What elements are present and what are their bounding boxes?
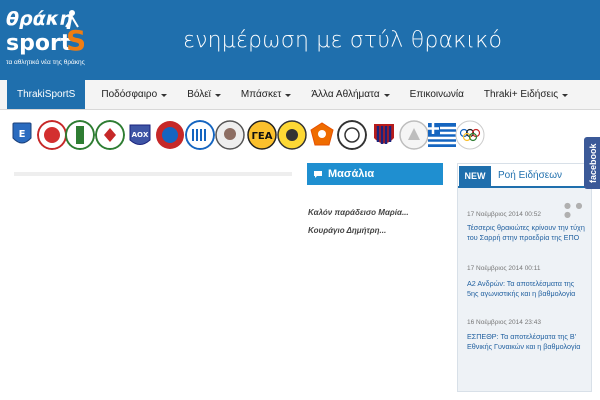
site-header: θράκη sport S τα αθλητικά νέα της θράκης… — [0, 0, 600, 80]
club-badge-13[interactable] — [369, 120, 399, 150]
new-label: NEW — [459, 166, 491, 186]
caret-down-icon — [161, 94, 168, 97]
svg-text:S: S — [66, 24, 84, 55]
thrakisports-logo-icon: θράκη sport S — [6, 8, 84, 55]
news-timestamp: 17 Νοέμβριος 2014 00:11 — [467, 265, 541, 272]
nav-item-label: Μπάσκετ — [240, 89, 282, 100]
site-tagline: ενημέρωση με στύλ θρακικό — [183, 28, 503, 53]
club-badges-row: E ΑΟΧ ΓΕΑ — [7, 120, 487, 152]
news-feed-title: Ροή Ειδήσεων — [498, 170, 563, 181]
nav-item-label: Επικοινωνία — [409, 89, 464, 100]
club-badge-4[interactable] — [95, 120, 125, 150]
club-badge-8[interactable] — [215, 120, 245, 150]
nav-item-football[interactable]: Ποδόσφαιρο — [91, 80, 177, 109]
svg-text:E: E — [19, 129, 26, 140]
club-badge-gea[interactable]: ΓΕΑ — [247, 120, 277, 150]
club-badge-5[interactable]: ΑΟΧ — [125, 120, 155, 150]
nav-item-other-sports[interactable]: Άλλα Αθλήματα — [301, 80, 399, 109]
news-link[interactable]: ΕΣΠΕΘΡ: Τα αποτελέσματα της Β' Εθνικής Γ… — [467, 332, 587, 352]
club-badge-11[interactable] — [307, 120, 337, 150]
facebook-tab[interactable]: facebook — [584, 137, 600, 189]
more-options-icon[interactable]: ● ● ● — [564, 201, 591, 219]
news-timestamp: 17 Νοέμβριος 2014 00:52 — [467, 211, 541, 218]
chat-bubble-icon — [314, 170, 322, 178]
masalia-link-1[interactable]: Καλόν παράδεισο Μαρία... — [308, 208, 409, 217]
caret-down-icon — [562, 94, 569, 97]
page: θράκη sport S τα αθλητικά νέα της θράκης… — [0, 0, 600, 400]
svg-text:sport: sport — [6, 31, 72, 55]
olympic-rings-badge[interactable] — [455, 120, 485, 150]
nav-item-volleyball[interactable]: Βόλεϊ — [177, 80, 231, 109]
club-badge-3[interactable] — [65, 120, 95, 150]
nav-item-contact[interactable]: Επικοινωνία — [400, 80, 474, 109]
nav-item-basketball[interactable]: Μπάσκετ — [231, 80, 301, 109]
nav-item-label: ThrakiSportS — [17, 89, 76, 100]
news-feed-header: NEW Ροή Ειδήσεων — [458, 164, 591, 188]
nav-item-label: Άλλα Αθλήματα — [311, 89, 380, 100]
club-badge-1[interactable]: E — [7, 120, 37, 150]
main-navigation: ThrakiSportS Ποδόσφαιρο Βόλεϊ Μπάσκετ Άλ… — [0, 80, 600, 110]
club-badge-10[interactable] — [277, 120, 307, 150]
site-logo[interactable]: θράκη sport S τα αθλητικά νέα της θράκης — [6, 5, 90, 67]
caret-down-icon — [285, 94, 292, 97]
logo-subtitle: τα αθλητικά νέα της θράκης — [6, 59, 85, 66]
club-badge-2[interactable] — [37, 120, 67, 150]
caret-down-icon — [214, 94, 221, 97]
svg-text:ΓΕΑ: ΓΕΑ — [252, 131, 273, 142]
news-link[interactable]: Τέσσερις θρακιώτες κρίνουν την τύχη του … — [467, 223, 587, 243]
nav-item-thraki-news[interactable]: Thraki+ Ειδήσεις — [474, 80, 578, 109]
masalia-link-2[interactable]: Κουράγιο Δημήτρη... — [308, 226, 386, 235]
content-loading-bar — [14, 172, 292, 176]
masalia-widget-header: Μασάλια — [307, 163, 443, 185]
club-badge-6[interactable] — [155, 120, 185, 150]
news-timestamp: 16 Νοέμβριος 2014 23:43 — [467, 319, 541, 326]
club-badge-12[interactable] — [337, 120, 367, 150]
club-badge-14[interactable] — [399, 120, 429, 150]
facebook-label: facebook — [588, 143, 598, 183]
news-link[interactable]: Α2 Ανδρών: Τα αποτελέσματα της 5ης αγωνι… — [467, 279, 587, 299]
news-feed-widget: NEW Ροή Ειδήσεων ● ● ● 17 Νοέμβριος 2014… — [457, 163, 592, 392]
greek-flag-badge[interactable] — [427, 120, 457, 150]
masalia-title: Μασάλια — [328, 168, 375, 180]
nav-item-label: Thraki+ Ειδήσεις — [483, 89, 559, 100]
caret-down-icon — [383, 94, 390, 97]
nav-item-thrakisports[interactable]: ThrakiSportS — [7, 80, 86, 109]
nav-item-label: Βόλεϊ — [187, 89, 211, 100]
club-badge-7[interactable] — [185, 120, 215, 150]
svg-text:θράκη: θράκη — [6, 8, 73, 30]
nav-item-label: Ποδόσφαιρο — [101, 89, 158, 100]
svg-text:ΑΟΧ: ΑΟΧ — [132, 131, 149, 139]
